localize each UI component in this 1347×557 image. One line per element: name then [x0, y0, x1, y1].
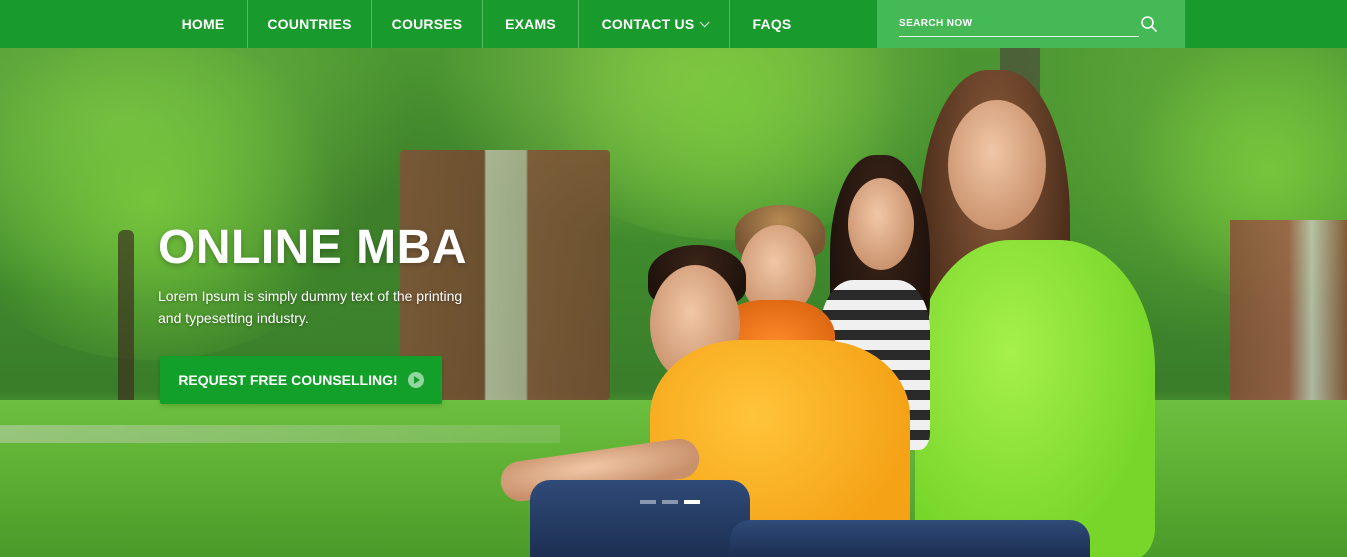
- student-jeans: [730, 520, 1090, 557]
- student-jeans: [530, 480, 750, 557]
- nav-faqs-label: FAQS: [752, 16, 792, 32]
- top-navbar: HOME COUNTRIES COURSES EXAMS CONTACT US …: [0, 0, 1347, 48]
- chevron-down-icon: [700, 16, 710, 27]
- slide-dot-1[interactable]: [640, 500, 656, 504]
- garden-path: [0, 425, 560, 443]
- search-box: [877, 0, 1185, 48]
- students-photo: [498, 60, 1200, 557]
- slider-pagination: [640, 500, 700, 504]
- nav-exams[interactable]: EXAMS: [483, 0, 579, 48]
- play-circle-icon: [407, 372, 424, 388]
- student-shirt: [915, 240, 1155, 557]
- nav-home[interactable]: HOME: [159, 0, 248, 48]
- hero-title: ONLINE MBA: [158, 221, 467, 274]
- hero-description: Lorem Ipsum is simply dummy text of the …: [158, 288, 463, 326]
- nav-countries[interactable]: COUNTRIES: [248, 0, 372, 48]
- nav-faqs[interactable]: FAQS: [730, 0, 814, 48]
- student-face: [848, 178, 914, 270]
- nav-home-label: HOME: [181, 16, 225, 32]
- student-face: [948, 100, 1046, 230]
- slide-dot-3[interactable]: [684, 500, 700, 504]
- nav-exams-label: EXAMS: [505, 16, 556, 32]
- search-icon[interactable]: [1140, 15, 1158, 33]
- main-menu: HOME COUNTRIES COURSES EXAMS CONTACT US …: [159, 0, 814, 48]
- request-counselling-label: REQUEST FREE COUNSELLING!: [178, 372, 398, 388]
- nav-contact-us[interactable]: CONTACT US: [579, 0, 730, 48]
- nav-courses-label: COURSES: [391, 16, 463, 32]
- nav-contact-us-label: CONTACT US: [601, 16, 695, 32]
- tree-trunk: [118, 230, 134, 420]
- hero-banner: [0, 0, 1347, 557]
- nav-countries-label: COUNTRIES: [267, 16, 352, 32]
- search-input[interactable]: [899, 12, 1139, 37]
- nav-courses[interactable]: COURSES: [372, 0, 483, 48]
- slide-dot-2[interactable]: [662, 500, 678, 504]
- request-counselling-button[interactable]: REQUEST FREE COUNSELLING!: [160, 356, 442, 404]
